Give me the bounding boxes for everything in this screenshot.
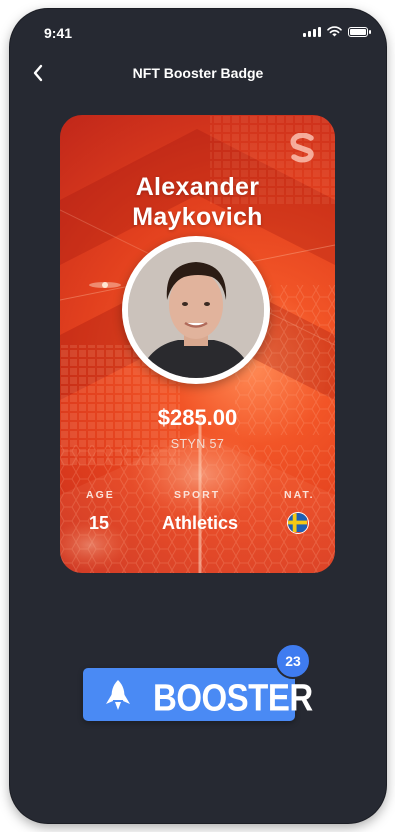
nft-badge-card[interactable]: Alexander Maykovich $285.00 STYN 57 AGE: [60, 115, 335, 573]
nft-ticker: STYN 57: [170, 437, 225, 451]
player-first-name: Alexander: [135, 173, 260, 201]
player-photo: [128, 242, 264, 378]
booster-button[interactable]: BOOSTER: [83, 668, 313, 721]
age-label: AGE: [86, 489, 115, 501]
avatar: [128, 242, 264, 378]
rocket-icon: [106, 680, 130, 710]
avatar-ring: [122, 236, 270, 384]
status-bar: 9:41: [10, 9, 386, 53]
phone-frame: 9:41 NFT Booster Badge Alexander Maykovi…: [10, 9, 386, 823]
status-time: 9:41: [44, 25, 73, 41]
nationality-label: NAT.: [284, 489, 315, 501]
wifi-icon: [327, 26, 342, 37]
sweden-flag-icon: [287, 512, 309, 534]
booster-count-badge: 23: [275, 643, 311, 679]
age-value: 15: [89, 513, 110, 533]
nav-bar: NFT Booster Badge: [10, 53, 386, 93]
sport-value: Athletics: [162, 513, 239, 533]
battery-icon: [348, 26, 371, 37]
player-last-name: Maykovich: [132, 203, 263, 231]
nft-price: $285.00: [157, 405, 238, 430]
stylized-s-logo-icon: [290, 133, 314, 163]
booster-label: BOOSTER: [153, 676, 313, 719]
sport-label: SPORT: [174, 489, 221, 501]
status-icons: [303, 26, 371, 37]
signal-icon: [303, 26, 321, 37]
player-name: Alexander Maykovich: [60, 172, 335, 232]
page-title: NFT Booster Badge: [132, 65, 264, 81]
